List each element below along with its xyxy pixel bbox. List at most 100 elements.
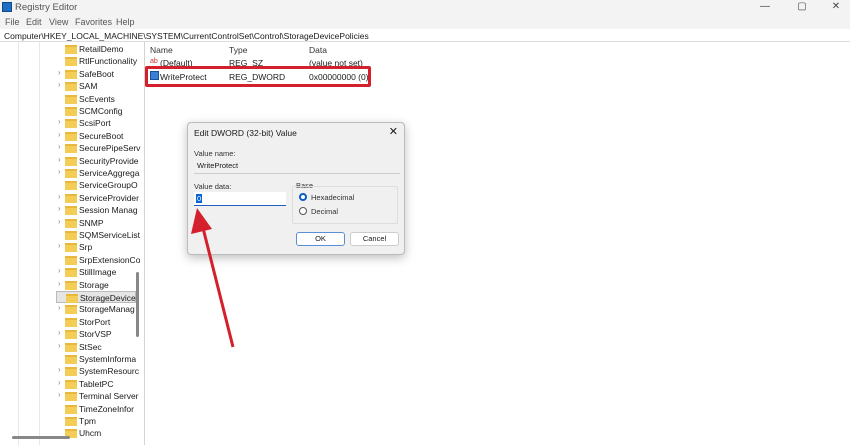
folder-icon bbox=[65, 255, 77, 265]
close-button[interactable]: ✕ bbox=[824, 1, 848, 12]
folder-icon bbox=[66, 294, 78, 303]
tree-item[interactable]: SQMServiceList bbox=[56, 229, 140, 241]
address-bar[interactable]: Computer\HKEY_LOCAL_MACHINE\SYSTEM\Curre… bbox=[0, 29, 850, 42]
chevron-right-icon[interactable]: › bbox=[58, 279, 61, 288]
cancel-button[interactable]: Cancel bbox=[350, 232, 399, 246]
tree-item-label: RetailDemo bbox=[79, 44, 124, 54]
folder-icon bbox=[65, 57, 77, 67]
folder-icon bbox=[65, 342, 77, 352]
tree-item[interactable]: › StillImage bbox=[56, 266, 136, 278]
tree-item[interactable]: StorageDeviceI bbox=[56, 291, 139, 303]
chevron-right-icon[interactable]: › bbox=[58, 303, 61, 312]
tree-item[interactable]: › SystemResourc bbox=[56, 365, 139, 377]
decimal-label[interactable]: Decimal bbox=[311, 207, 338, 216]
tree-item[interactable]: SCMConfig bbox=[56, 105, 136, 117]
chevron-right-icon[interactable]: › bbox=[58, 378, 61, 387]
tree-item[interactable]: TimeZoneInfor bbox=[56, 403, 136, 415]
tree-horizontal-scrollbar[interactable] bbox=[12, 436, 70, 439]
menu-edit[interactable]: Edit bbox=[26, 17, 42, 27]
chevron-right-icon[interactable]: › bbox=[58, 155, 61, 164]
folder-icon bbox=[65, 82, 77, 92]
menu-file[interactable]: File bbox=[5, 17, 20, 27]
chevron-right-icon[interactable]: › bbox=[58, 130, 61, 139]
chevron-right-icon[interactable]: › bbox=[58, 68, 61, 77]
menu-favorites[interactable]: Favorites bbox=[75, 17, 112, 27]
tree-item[interactable]: › ScsiPort bbox=[56, 117, 136, 129]
tree-item[interactable]: ScEvents bbox=[56, 93, 136, 105]
window-title: Registry Editor bbox=[15, 2, 78, 13]
tree-item[interactable]: › SecureBoot bbox=[56, 130, 136, 142]
tree-item-label: Storage bbox=[79, 279, 109, 290]
ok-button[interactable]: OK bbox=[296, 232, 345, 246]
title-bar: Registry Editor — ▢ ✕ bbox=[0, 0, 850, 16]
tree-item[interactable]: › Srp bbox=[56, 241, 136, 253]
tree-item[interactable]: RtlFunctionality bbox=[56, 55, 137, 67]
tree-item[interactable]: SrpExtensionCo bbox=[56, 254, 140, 266]
tree-item-label: SCMConfig bbox=[79, 106, 123, 116]
chevron-right-icon[interactable]: › bbox=[58, 142, 61, 151]
tree-item[interactable]: ServiceGroupO bbox=[56, 179, 138, 191]
chevron-right-icon[interactable]: › bbox=[58, 217, 61, 226]
hexadecimal-radio[interactable] bbox=[299, 193, 307, 201]
tree-item[interactable]: › Session Manag bbox=[56, 204, 138, 216]
folder-icon bbox=[65, 45, 77, 54]
chevron-right-icon[interactable]: › bbox=[58, 341, 61, 350]
column-header-type[interactable]: Type bbox=[229, 45, 247, 55]
chevron-right-icon[interactable]: › bbox=[58, 80, 61, 89]
chevron-right-icon[interactable]: › bbox=[58, 365, 61, 374]
tree-item-label: Terminal Server bbox=[79, 391, 139, 402]
column-header-data[interactable]: Data bbox=[309, 45, 327, 55]
tree-item-label: StorageDeviceI bbox=[80, 293, 139, 303]
tree-item[interactable]: › StSec bbox=[56, 341, 136, 353]
hexadecimal-label[interactable]: Hexadecimal bbox=[311, 193, 354, 202]
tree-item-label: SystemResourc bbox=[79, 366, 139, 377]
tree-vertical-scrollbar[interactable] bbox=[136, 272, 139, 337]
tree-item[interactable]: › ServiceProvider bbox=[56, 192, 139, 204]
tree-item[interactable]: › Storage bbox=[56, 279, 136, 291]
maximize-button[interactable]: ▢ bbox=[790, 1, 814, 12]
minimize-button[interactable]: — bbox=[753, 1, 777, 12]
value-data-input[interactable]: 0 bbox=[194, 192, 286, 206]
tree-item[interactable]: StorPort bbox=[56, 316, 136, 328]
decimal-radio[interactable] bbox=[299, 207, 307, 215]
tree-item[interactable]: Tpm bbox=[56, 415, 136, 427]
folder-icon bbox=[65, 69, 77, 79]
tree-item-label: SecurityProvide bbox=[79, 155, 139, 166]
tree-item[interactable]: › TabletPC bbox=[56, 378, 136, 390]
tree-item-label: ServiceGroupO bbox=[79, 180, 138, 191]
chevron-right-icon[interactable]: › bbox=[58, 390, 61, 399]
menu-view[interactable]: View bbox=[49, 17, 68, 27]
folder-icon bbox=[65, 317, 77, 327]
tree-item[interactable]: › ServiceAggrega bbox=[56, 167, 139, 179]
folder-icon bbox=[65, 156, 77, 166]
tree-item[interactable]: › SecurePipeServ bbox=[56, 142, 140, 154]
chevron-right-icon[interactable]: › bbox=[58, 192, 61, 201]
chevron-right-icon[interactable]: › bbox=[58, 204, 61, 213]
tree-item[interactable]: SystemInforma bbox=[56, 353, 136, 365]
column-header-name[interactable]: Name bbox=[150, 45, 173, 55]
value-name-field: WriteProtect bbox=[194, 159, 400, 174]
folder-icon bbox=[65, 355, 77, 364]
tree-item[interactable]: › SAM bbox=[56, 80, 136, 92]
tree-item-label: StSec bbox=[79, 341, 102, 352]
tree-item[interactable]: › SNMP bbox=[56, 217, 136, 229]
tree-item[interactable]: › StorVSP bbox=[56, 328, 136, 340]
tree-item[interactable]: RetailDemo bbox=[56, 43, 136, 55]
menu-help[interactable]: Help bbox=[116, 17, 135, 27]
folder-icon bbox=[65, 206, 77, 216]
folder-icon bbox=[65, 218, 77, 228]
tree-item[interactable]: › SafeBoot bbox=[56, 68, 136, 80]
chevron-right-icon[interactable]: › bbox=[58, 167, 61, 176]
chevron-right-icon[interactable]: › bbox=[58, 241, 61, 250]
chevron-right-icon[interactable]: › bbox=[58, 117, 61, 126]
tree-item[interactable]: › SecurityProvide bbox=[56, 155, 139, 167]
dialog-close-icon[interactable]: ✕ bbox=[389, 125, 398, 138]
registry-editor-icon bbox=[2, 2, 12, 12]
folder-icon bbox=[65, 280, 77, 290]
chevron-right-icon[interactable]: › bbox=[58, 328, 61, 337]
chevron-right-icon[interactable]: › bbox=[58, 266, 61, 275]
folder-icon bbox=[65, 131, 77, 141]
tree-item[interactable]: › Terminal Server bbox=[56, 390, 139, 402]
tree-item[interactable]: › StorageManag bbox=[56, 303, 136, 315]
folder-icon bbox=[65, 417, 77, 426]
